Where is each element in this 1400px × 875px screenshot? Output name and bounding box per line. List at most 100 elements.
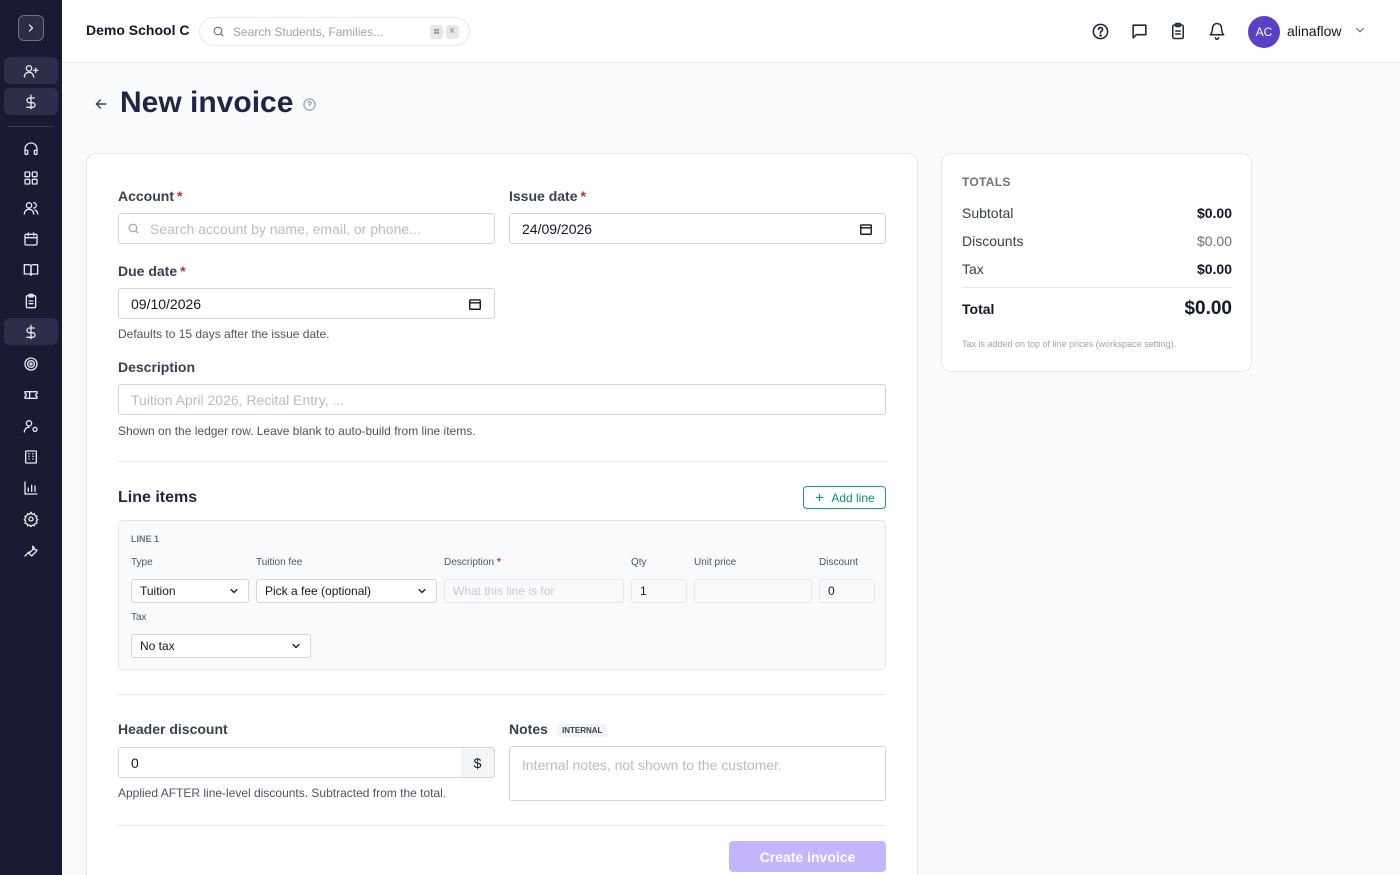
chevron-down-icon	[230, 588, 238, 594]
internal-badge: INTERNAL	[557, 724, 608, 737]
add-line-button[interactable]: Add line	[803, 486, 886, 509]
invoice-form-card: Account * Search account by name, email, …	[86, 153, 918, 875]
target-icon	[24, 356, 38, 371]
discounts-label: Discounts	[962, 233, 1024, 249]
calendar-icon[interactable]	[859, 222, 873, 236]
divider	[118, 694, 886, 695]
description-input[interactable]: Tuition April 2026, Recital Entry, ...	[118, 384, 886, 415]
page-title: New invoice	[120, 86, 294, 119]
sidebar-item-locations[interactable]	[4, 443, 58, 470]
settings-icon	[23, 510, 39, 527]
total-row: Total $0.00	[962, 298, 1232, 320]
line-title: LINE 1	[131, 534, 160, 544]
sidebar-item-settings[interactable]	[4, 505, 58, 532]
sidebar-item-attendance[interactable]	[4, 287, 58, 314]
add-line-label: Add line	[831, 490, 875, 505]
grid-icon	[24, 170, 38, 185]
top-bar: Demo School C Search Students, Families.…	[62, 0, 1400, 63]
issue-date-input[interactable]: 24/09/2026	[509, 213, 886, 244]
sidebar-item-calendar[interactable]	[4, 225, 58, 252]
issue-date-label: Issue date *	[509, 188, 586, 204]
discount-label: Discount	[819, 557, 858, 568]
sidebar-item-goals[interactable]	[4, 350, 58, 377]
total-value: $0.00	[1184, 298, 1232, 319]
tax-label: Tax	[962, 261, 984, 277]
calendar-icon[interactable]	[468, 297, 482, 311]
divider	[118, 825, 886, 826]
sidebar	[0, 0, 62, 875]
sidebar-item-students[interactable]	[4, 194, 58, 221]
discounts-value: $0.00	[1196, 233, 1232, 249]
line-description-label: Description *	[444, 557, 501, 568]
tax-row: Tax $0.00	[962, 261, 1232, 277]
chevron-right-icon	[28, 24, 34, 32]
notes-textarea[interactable]: Internal notes, not shown to the custome…	[509, 746, 886, 801]
sidebar-divider	[8, 126, 54, 127]
account-search-input[interactable]: Search account by name, email, or phone.…	[118, 213, 495, 244]
divider	[118, 461, 886, 462]
sidebar-item-dashboard[interactable]	[4, 164, 58, 191]
help-icon[interactable]	[302, 97, 317, 112]
type-select[interactable]: Tuition	[131, 579, 249, 603]
help-button[interactable]	[1090, 21, 1110, 41]
line-description-placeholder: What this line is for	[453, 584, 555, 598]
tax-select[interactable]: No tax	[131, 634, 311, 658]
sidebar-item-reports[interactable]	[4, 474, 58, 501]
sidebar-item-tools[interactable]	[4, 536, 58, 563]
unit-price-input[interactable]	[694, 579, 812, 603]
user-plus-icon	[23, 64, 39, 78]
fee-select[interactable]: Pick a fee (optional)	[256, 579, 437, 603]
divider	[962, 287, 1232, 288]
users-icon	[23, 201, 39, 215]
back-arrow-icon[interactable]	[93, 96, 109, 112]
qty-input[interactable]: 1	[631, 579, 687, 603]
messages-button[interactable]	[1129, 21, 1149, 41]
tax-note: Tax is added on top of line prices (work…	[962, 339, 1177, 349]
sidebar-item-staff[interactable]	[4, 412, 58, 439]
type-label: Type	[131, 557, 153, 568]
account-label: Account *	[118, 188, 183, 204]
total-label: Total	[962, 301, 995, 317]
sidebar-item-billing[interactable]	[4, 318, 58, 345]
sidebar-item-events[interactable]	[4, 381, 58, 408]
fee-value: Pick a fee (optional)	[265, 584, 372, 598]
line-item-card: LINE 1 Type Tuition Tuition fee Pick a f…	[118, 520, 886, 670]
dollar-icon	[26, 94, 36, 109]
sidebar-item-billing-quick[interactable]	[4, 88, 58, 115]
line-items-title: Line items	[118, 489, 198, 506]
chevron-down-icon[interactable]	[1353, 23, 1367, 37]
kbd-key-k: K	[446, 24, 459, 39]
header-discount-input[interactable]: 0	[118, 747, 462, 778]
discounts-row: Discounts $0.00	[962, 233, 1232, 249]
unit-price-label: Unit price	[694, 557, 737, 568]
building-icon	[25, 449, 37, 464]
sidebar-item-courses[interactable]	[4, 256, 58, 283]
clipboard-icon	[1172, 22, 1184, 40]
user-avatar[interactable]: AC	[1248, 16, 1280, 48]
sidebar-toggle-button[interactable]	[18, 15, 44, 41]
kbd-key-cmd: ⌘	[430, 24, 443, 39]
due-date-label: Due date *	[118, 263, 186, 279]
tax-value: $0.00	[1196, 261, 1232, 277]
username[interactable]: alinaflow	[1287, 23, 1341, 39]
sidebar-item-add-student[interactable]	[4, 57, 58, 84]
due-date-value: 09/10/2026	[131, 295, 202, 312]
tasks-button[interactable]	[1168, 21, 1188, 41]
totals-heading: TOTALS	[962, 175, 1011, 189]
header-discount-label: Header discount	[118, 721, 228, 737]
ticket-icon	[24, 390, 38, 399]
notifications-button[interactable]	[1207, 21, 1227, 41]
subtotal-row: Subtotal $0.00	[962, 205, 1232, 221]
create-invoice-button[interactable]: Create invoice	[729, 841, 886, 872]
global-search-input[interactable]: Search Students, Families... ⌘ K	[199, 17, 470, 46]
chart-icon	[24, 480, 38, 495]
wrench-icon	[24, 545, 38, 557]
discount-input[interactable]: 0	[819, 579, 875, 603]
line-description-input[interactable]: What this line is for	[444, 579, 624, 603]
sidebar-item-support[interactable]	[4, 135, 58, 162]
due-date-hint: Defaults to 15 days after the issue date…	[118, 327, 330, 341]
issue-date-value: 24/09/2026	[522, 220, 593, 237]
due-date-input[interactable]: 09/10/2026	[118, 288, 495, 319]
notes-label: Notes	[509, 721, 548, 737]
header-discount-hint: Applied AFTER line-level discounts. Subt…	[118, 786, 447, 800]
